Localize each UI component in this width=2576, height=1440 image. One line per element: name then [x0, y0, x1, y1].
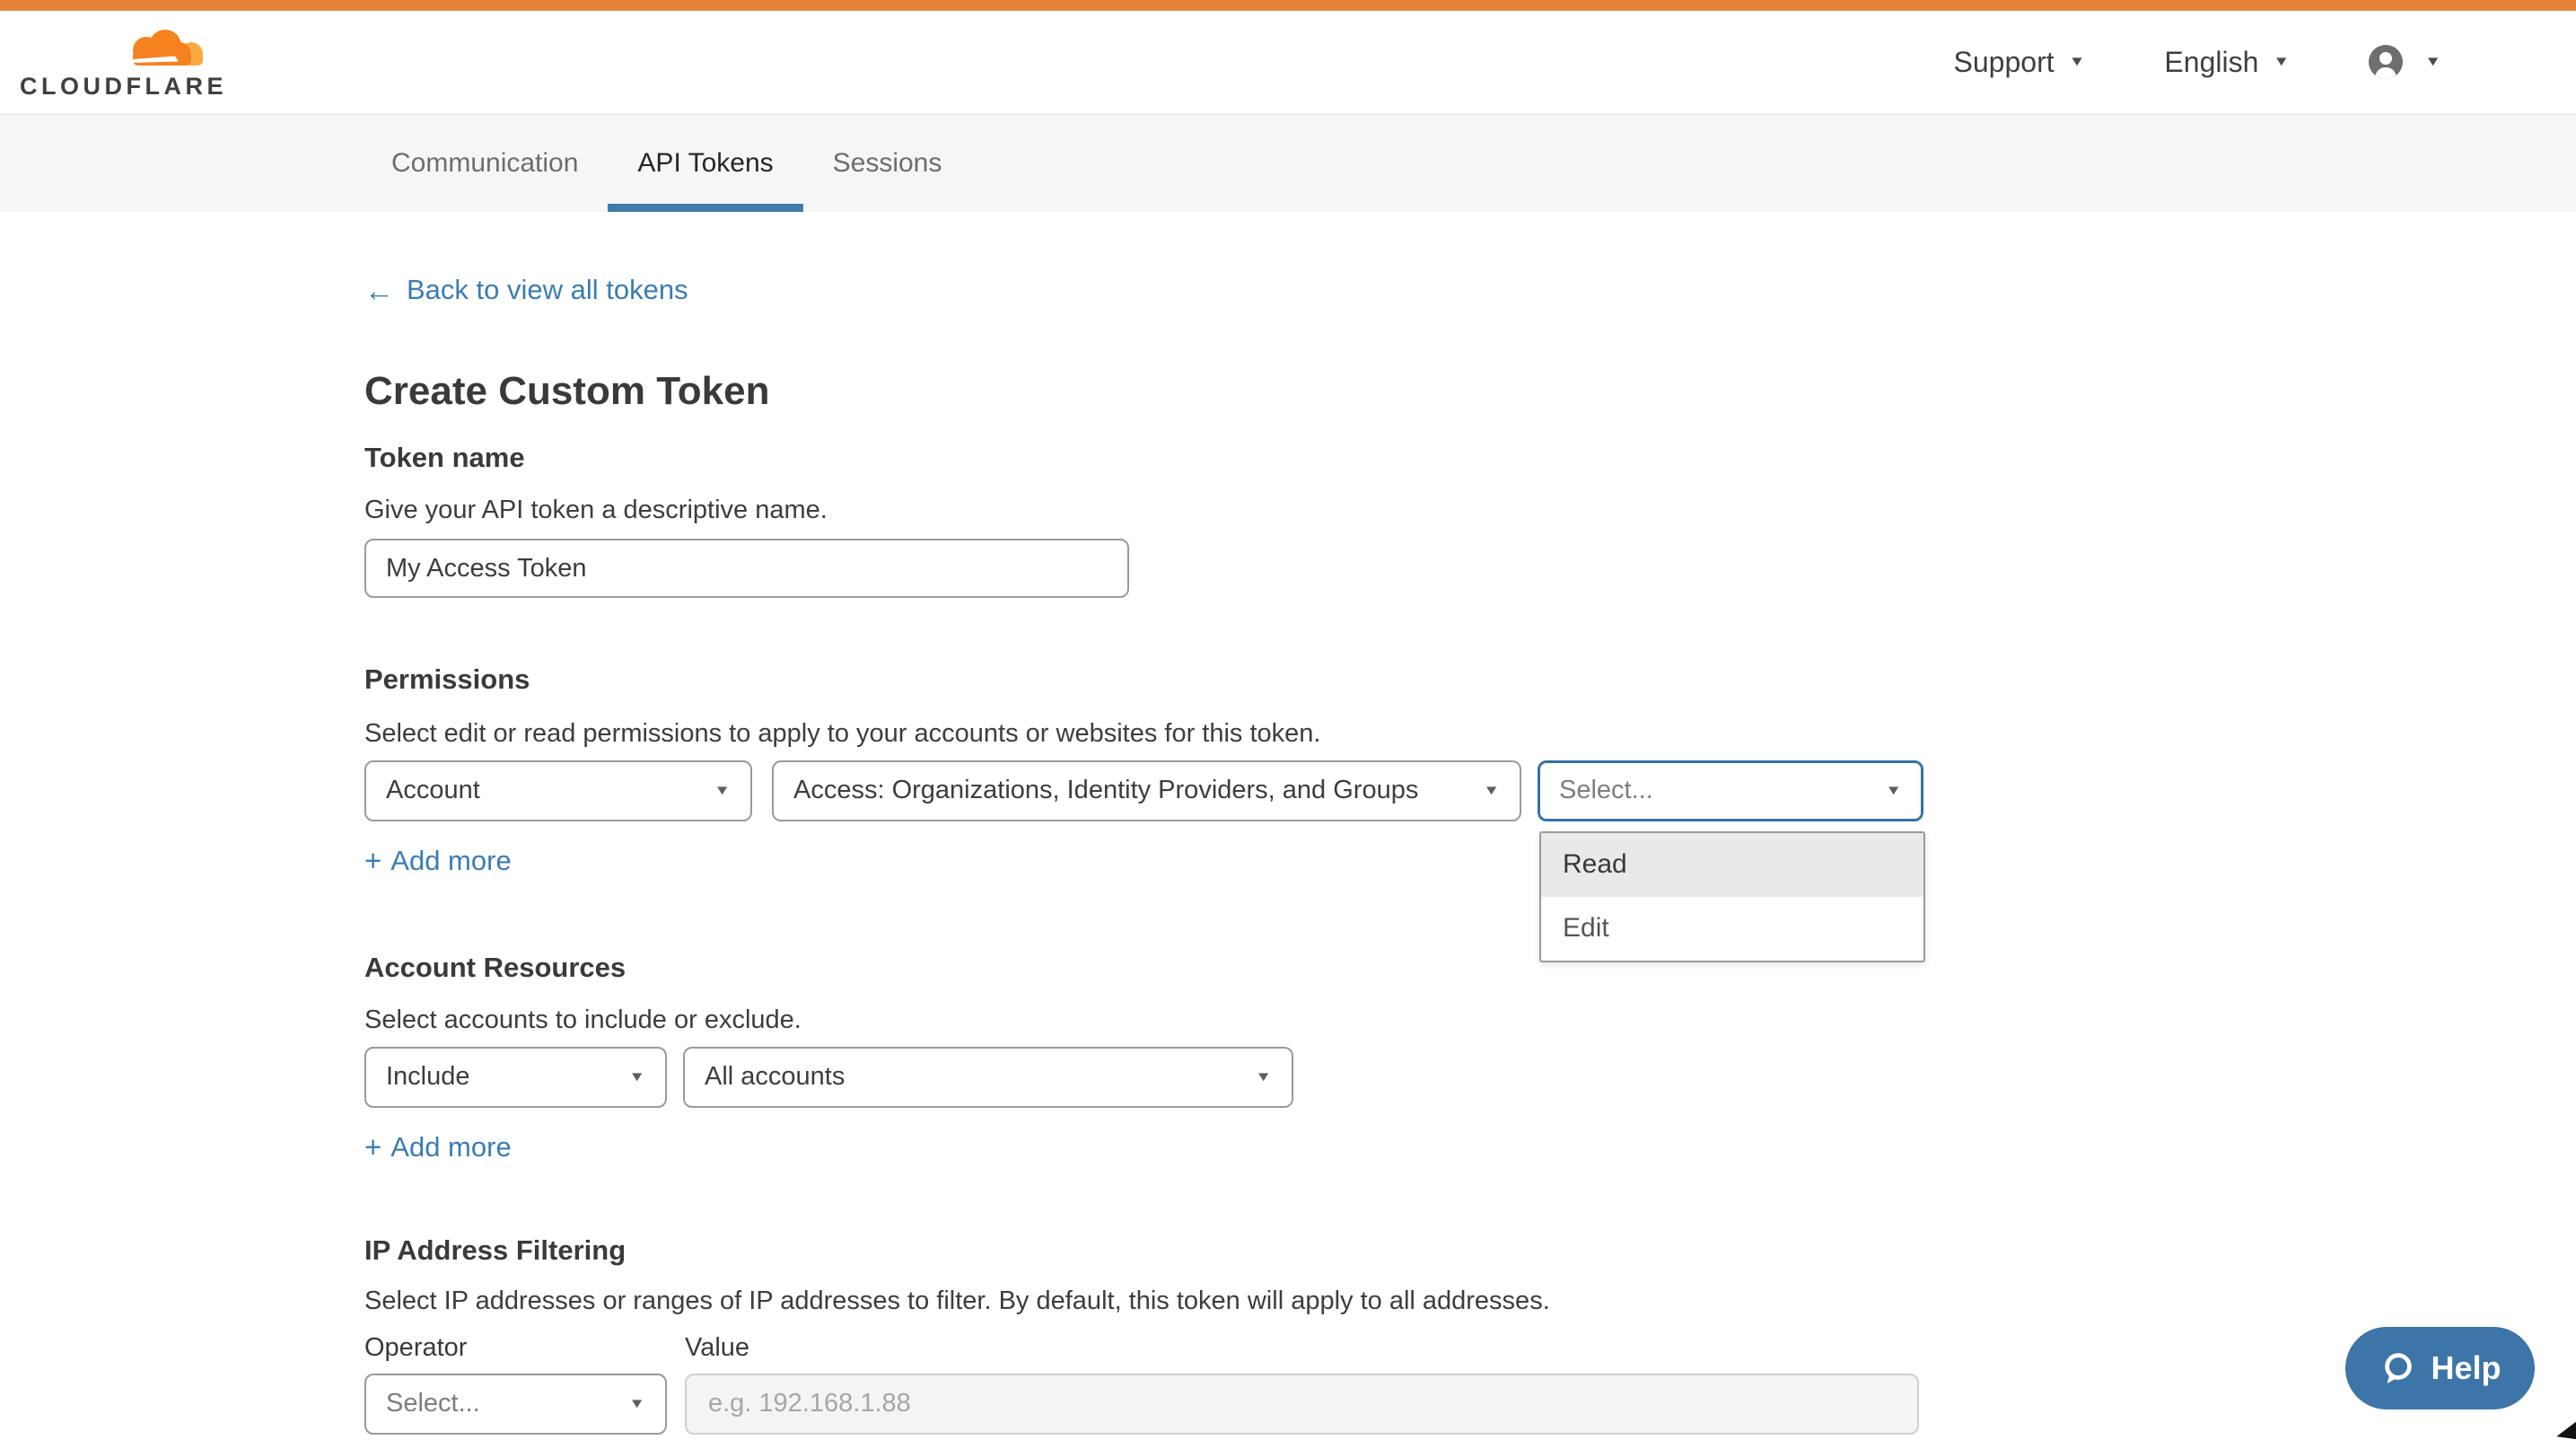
- permission-level-select[interactable]: Select... ▼ Read Edit: [1538, 760, 1923, 821]
- add-more-label: Add more: [390, 845, 511, 877]
- chevron-down-icon: ▼: [628, 1069, 645, 1085]
- permission-resource-select[interactable]: Access: Organizations, Identity Provider…: [772, 760, 1521, 821]
- plus-icon: +: [364, 846, 381, 875]
- support-menu[interactable]: Support ▼: [1954, 46, 2086, 79]
- token-name-input[interactable]: [364, 539, 1129, 598]
- chevron-down-icon: ▼: [2424, 54, 2441, 70]
- tab-api-tokens[interactable]: API Tokens: [608, 115, 802, 212]
- ip-operator-placeholder: Select...: [386, 1389, 480, 1418]
- chevron-down-icon: ▼: [1255, 1069, 1272, 1085]
- ip-filtering-description: Select IP addresses or ranges of IP addr…: [364, 1286, 2576, 1317]
- back-link-label: Back to view all tokens: [407, 274, 688, 306]
- account-resources-mode-select[interactable]: Include ▼: [364, 1047, 667, 1108]
- cloudflare-logo[interactable]: CLOUDFLARE: [20, 29, 210, 101]
- account-resources-description: Select accounts to include or exclude.: [364, 1005, 2576, 1036]
- token-name-description: Give your API token a descriptive name.: [364, 495, 2576, 526]
- account-resources-add-more-link[interactable]: + Add more: [364, 1131, 512, 1163]
- page-title: Create Custom Token: [364, 371, 2576, 412]
- mouse-cursor: [2556, 1413, 2576, 1439]
- permission-resource-value: Access: Organizations, Identity Provider…: [793, 776, 1418, 805]
- chevron-down-icon: ▼: [1483, 783, 1500, 799]
- chevron-down-icon: ▼: [2069, 54, 2086, 70]
- profile-tab-bar: Communication API Tokens Sessions: [0, 113, 2576, 212]
- app-header: CLOUDFLARE Support ▼ English ▼ ▼: [0, 11, 2576, 113]
- plus-icon: +: [364, 1132, 381, 1162]
- ip-operator-select[interactable]: Select... ▼: [364, 1374, 667, 1435]
- token-name-heading: Token name: [364, 443, 2576, 473]
- account-menu[interactable]: ▼: [2369, 45, 2441, 79]
- user-avatar-icon: [2369, 45, 2403, 79]
- ip-filtering-labels: Operator Value: [364, 1333, 2576, 1363]
- support-menu-label: Support: [1954, 46, 2055, 79]
- value-label: Value: [685, 1333, 749, 1363]
- account-resources-scope-value: All accounts: [705, 1062, 845, 1092]
- permission-scope-select[interactable]: Account ▼: [364, 760, 752, 821]
- permissions-row: Account ▼ Access: Organizations, Identit…: [364, 760, 2576, 821]
- tab-label: Communication: [391, 148, 578, 179]
- tab-communication[interactable]: Communication: [362, 115, 608, 212]
- language-menu[interactable]: English ▼: [2164, 46, 2290, 79]
- chevron-down-icon: ▼: [2273, 54, 2290, 70]
- ip-value-input[interactable]: [685, 1374, 1919, 1435]
- help-button-label: Help: [2431, 1349, 2501, 1387]
- top-accent-bar: [0, 0, 2576, 11]
- back-arrow-icon: ←: [364, 276, 394, 305]
- cloudflare-logo-text: CLOUDFLARE: [20, 73, 227, 101]
- help-button[interactable]: Help: [2345, 1327, 2535, 1409]
- tab-label: API Tokens: [637, 148, 773, 179]
- chevron-down-icon: ▼: [628, 1396, 645, 1412]
- add-more-label: Add more: [390, 1131, 511, 1163]
- header-right-cluster: Support ▼ English ▼ ▼: [1954, 45, 2441, 79]
- back-to-tokens-link[interactable]: ← Back to view all tokens: [364, 274, 688, 306]
- account-resources-scope-select[interactable]: All accounts ▼: [683, 1047, 1293, 1108]
- menu-item-edit[interactable]: Edit: [1541, 897, 1923, 961]
- account-resources-mode-value: Include: [386, 1062, 470, 1092]
- menu-item-read[interactable]: Read: [1541, 833, 1923, 897]
- chat-bubble-icon: [2379, 1349, 2416, 1387]
- tab-sessions[interactable]: Sessions: [803, 115, 972, 212]
- chevron-down-icon: ▼: [714, 783, 731, 799]
- account-resources-row: Include ▼ All accounts ▼: [364, 1047, 2576, 1108]
- ip-filtering-row: Select... ▼: [364, 1374, 2576, 1435]
- permissions-description: Select edit or read permissions to apply…: [364, 718, 2576, 750]
- main-content: ← Back to view all tokens Create Custom …: [0, 212, 2576, 1435]
- permissions-add-more-link[interactable]: + Add more: [364, 845, 512, 877]
- account-resources-heading: Account Resources: [364, 953, 2576, 983]
- permission-level-menu: Read Edit: [1539, 831, 1925, 962]
- tab-label: Sessions: [833, 148, 942, 179]
- cloudflare-cloud-icon: [114, 29, 206, 71]
- chevron-down-icon: ▼: [1885, 783, 1902, 799]
- language-menu-label: English: [2164, 46, 2258, 79]
- permission-scope-value: Account: [386, 776, 480, 805]
- permission-level-placeholder: Select...: [1559, 776, 1653, 805]
- ip-filtering-heading: IP Address Filtering: [364, 1235, 2576, 1266]
- operator-label: Operator: [364, 1333, 685, 1363]
- permissions-heading: Permissions: [364, 664, 2576, 695]
